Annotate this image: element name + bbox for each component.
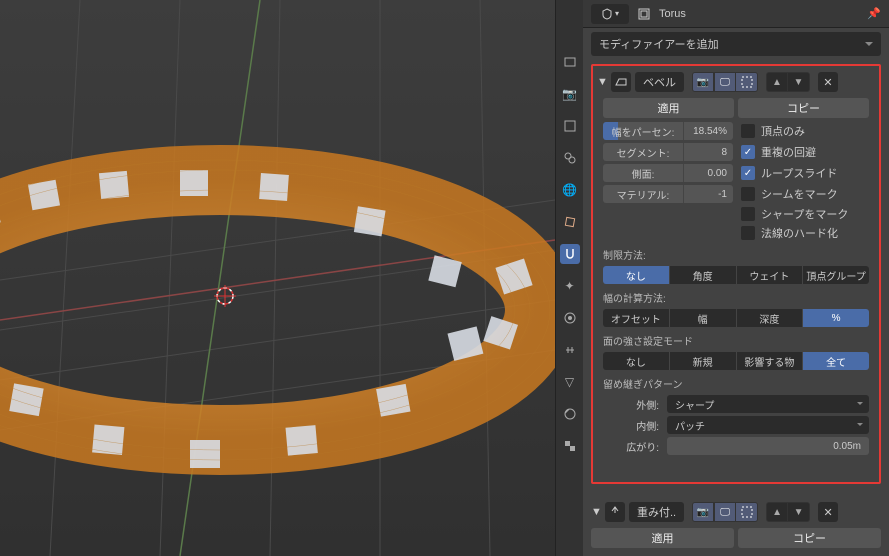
m2-viewport-toggle[interactable]: 🖵 — [714, 502, 736, 522]
panel-header: ▾ Torus 📌 — [583, 0, 889, 28]
mark-seam-checkbox[interactable] — [741, 187, 755, 201]
harden-normals-label: 法線のハード化 — [761, 225, 838, 241]
torus-wireframe-render — [0, 0, 555, 556]
width-method-section-label: 幅の計算方法: — [603, 290, 875, 305]
outer-miter-label: 外側: — [603, 397, 659, 412]
vertices-only-checkbox[interactable] — [741, 124, 755, 138]
modifier2-name-field[interactable]: 重み付.. — [629, 502, 684, 522]
fstrength-affected-tab[interactable]: 影響する物 — [737, 352, 804, 370]
width-value[interactable]: 18.54% — [683, 122, 733, 140]
loop-slide-label: ループスライド — [761, 165, 837, 181]
limit-angle-tab[interactable]: 角度 — [670, 266, 737, 284]
m2-editmode-toggle[interactable] — [736, 502, 758, 522]
tab-output[interactable]: 📷 — [560, 84, 580, 104]
editor-type-dropdown[interactable]: ▾ — [591, 4, 629, 24]
collapse-triangle-2[interactable]: ▼ — [591, 506, 601, 518]
highlighted-modifier-settings: ▼ ベベル 📷 🖵 ▲ ▼ ✕ 適用 コピー 幅をパーセン: 18.54% — [591, 64, 881, 484]
segments-label[interactable]: セグメント: — [603, 143, 683, 161]
apply-button[interactable]: 適用 — [603, 98, 734, 118]
miter-section-label: 留め継ぎパターン — [603, 376, 875, 391]
tab-constraints[interactable] — [560, 340, 580, 360]
vertices-only-label: 頂点のみ — [761, 123, 805, 139]
object-name: Torus — [659, 8, 686, 20]
material-label[interactable]: マテリアル: — [603, 185, 683, 203]
inner-miter-label: 内側: — [603, 418, 659, 433]
move-down-button[interactable]: ▼ — [788, 72, 810, 92]
display-render-toggle[interactable]: 📷 — [692, 72, 714, 92]
material-value[interactable]: -1 — [683, 185, 733, 203]
collapse-triangle[interactable]: ▼ — [597, 76, 607, 88]
m2-move-down-button[interactable]: ▼ — [788, 502, 810, 522]
move-up-button[interactable]: ▲ — [766, 72, 788, 92]
spread-label: 広がり: — [603, 439, 659, 454]
wmethod-width-tab[interactable]: 幅 — [670, 309, 737, 327]
loop-slide-checkbox[interactable]: ✓ — [741, 166, 755, 180]
limit-method-section-label: 制限方法: — [603, 247, 875, 262]
mark-sharp-checkbox[interactable] — [741, 207, 755, 221]
limit-vgroup-tab[interactable]: 頂点グループ — [803, 266, 869, 284]
tab-scene[interactable] — [560, 148, 580, 168]
fstrength-new-tab[interactable]: 新規 — [670, 352, 737, 370]
clamp-overlap-checkbox[interactable]: ✓ — [741, 145, 755, 159]
wmethod-offset-tab[interactable]: オフセット — [603, 309, 670, 327]
inner-miter-dropdown[interactable]: パッチ — [667, 416, 869, 434]
modifier-name-field[interactable]: ベベル — [635, 72, 684, 92]
m2-render-toggle[interactable]: 📷 — [692, 502, 714, 522]
tab-modifiers[interactable] — [560, 244, 580, 264]
modifier2-header-row: ▼ 重み付.. 📷 🖵 ▲ ▼ ✕ — [591, 500, 881, 524]
tab-object[interactable] — [560, 212, 580, 232]
object-icon — [637, 7, 651, 21]
tab-particles[interactable]: ✦ — [560, 276, 580, 296]
limit-none-tab[interactable]: なし — [603, 266, 670, 284]
modifier-header-row: ▼ ベベル 📷 🖵 ▲ ▼ ✕ — [597, 70, 875, 94]
profile-value[interactable]: 0.00 — [683, 164, 733, 182]
tab-material[interactable] — [560, 404, 580, 424]
profile-label[interactable]: 側面: — [603, 164, 683, 182]
weighted-normal-icon — [605, 502, 625, 522]
m2-move-up-button[interactable]: ▲ — [766, 502, 788, 522]
fstrength-none-tab[interactable]: なし — [603, 352, 670, 370]
tab-mesh[interactable]: ▽ — [560, 372, 580, 392]
limit-weight-tab[interactable]: ウェイト — [737, 266, 804, 284]
tab-render[interactable] — [560, 52, 580, 72]
tab-physics[interactable] — [560, 308, 580, 328]
face-strength-section-label: 面の強さ設定モード — [603, 333, 875, 348]
wmethod-percent-tab[interactable]: % — [803, 309, 869, 327]
tab-world[interactable]: 🌐 — [560, 180, 580, 200]
bevel-modifier-icon — [611, 72, 631, 92]
outer-miter-dropdown[interactable]: シャープ — [667, 395, 869, 413]
m2-apply-button[interactable]: 適用 — [591, 528, 734, 548]
display-editmode-toggle[interactable] — [736, 72, 758, 92]
wmethod-depth-tab[interactable]: 深度 — [737, 309, 804, 327]
spread-value[interactable]: 0.05m — [667, 437, 869, 455]
properties-tab-strip: 📷 🌐 ✦ ▽ — [555, 0, 583, 556]
clamp-overlap-label: 重複の回避 — [761, 144, 816, 160]
add-modifier-label: モディファイアーを追加 — [599, 36, 719, 52]
tab-view-layer[interactable] — [560, 116, 580, 136]
display-viewport-toggle[interactable]: 🖵 — [714, 72, 736, 92]
pin-icon[interactable]: 📌 — [867, 7, 881, 20]
harden-normals-checkbox[interactable] — [741, 226, 755, 240]
properties-icon — [601, 8, 613, 20]
delete-modifier-button[interactable]: ✕ — [818, 72, 838, 92]
mark-seam-label: シームをマーク — [761, 186, 838, 202]
segments-value[interactable]: 8 — [683, 143, 733, 161]
tab-texture[interactable] — [560, 436, 580, 456]
viewport-3d[interactable] — [0, 0, 555, 556]
m2-delete-button[interactable]: ✕ — [818, 502, 838, 522]
width-label[interactable]: 幅をパーセン: — [603, 122, 683, 140]
properties-panel: ▾ Torus 📌 モディファイアーを追加 ▼ ベベル 📷 🖵 ▲ ▼ ✕ — [583, 0, 889, 556]
add-modifier-dropdown[interactable]: モディファイアーを追加 — [591, 32, 881, 56]
mark-sharp-label: シャープをマーク — [761, 206, 848, 222]
m2-copy-button[interactable]: コピー — [738, 528, 881, 548]
copy-button[interactable]: コピー — [738, 98, 869, 118]
fstrength-all-tab[interactable]: 全て — [803, 352, 869, 370]
